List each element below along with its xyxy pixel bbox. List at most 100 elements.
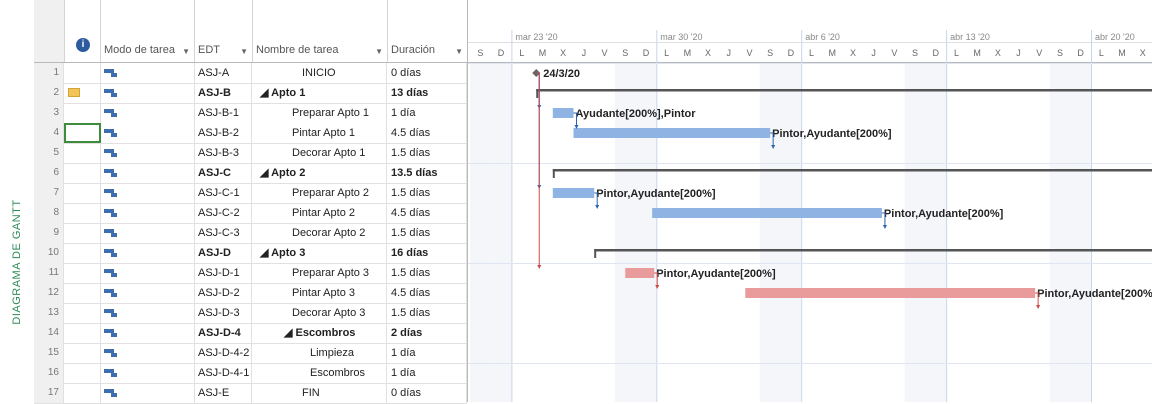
select-all-corner[interactable]: [34, 0, 65, 62]
duration-cell[interactable]: 1.5 días: [387, 263, 467, 283]
task-mode-cell[interactable]: [100, 243, 195, 263]
table-row[interactable]: 5 ASJ-B-3 Decorar Apto 1 1.5 días: [34, 143, 467, 164]
task-bar[interactable]: [652, 208, 882, 218]
dropdown-arrow-icon[interactable]: ▼: [455, 47, 463, 56]
row-number[interactable]: 10: [34, 243, 64, 263]
summary-bar[interactable]: [536, 89, 1152, 92]
duration-cell[interactable]: 1 día: [387, 363, 467, 383]
row-number[interactable]: 1: [34, 63, 64, 83]
table-row[interactable]: 13 ASJ-D-3 Decorar Apto 3 1.5 días: [34, 303, 467, 324]
task-mode-cell[interactable]: [100, 63, 195, 83]
edt-cell[interactable]: ASJ-C-1: [194, 183, 252, 203]
duration-cell[interactable]: 4.5 días: [387, 123, 467, 143]
task-mode-cell[interactable]: [100, 343, 195, 363]
task-name-cell[interactable]: Preparar Apto 3: [252, 263, 387, 283]
task-mode-cell[interactable]: [100, 283, 195, 303]
row-number[interactable]: 11: [34, 263, 64, 283]
task-name-cell[interactable]: Preparar Apto 2: [252, 183, 387, 203]
task-mode-cell[interactable]: [100, 363, 195, 383]
task-mode-cell[interactable]: [100, 383, 195, 403]
indicators-header[interactable]: i: [64, 0, 101, 62]
task-mode-cell[interactable]: [100, 203, 195, 223]
task-mode-cell[interactable]: [100, 303, 195, 323]
edt-header[interactable]: EDT ▼: [194, 0, 253, 62]
table-row[interactable]: 4 ASJ-B-2 Pintar Apto 1 4.5 días: [34, 123, 467, 144]
duration-cell[interactable]: 1 día: [387, 343, 467, 363]
dropdown-arrow-icon[interactable]: ▼: [375, 47, 383, 56]
mode-header[interactable]: Modo de tarea ▼: [100, 0, 195, 62]
task-bar[interactable]: [625, 268, 655, 278]
dropdown-arrow-icon[interactable]: ▼: [240, 47, 248, 56]
edt-cell[interactable]: ASJ-D-1: [194, 263, 252, 283]
duration-cell[interactable]: 1.5 días: [387, 303, 467, 323]
dropdown-arrow-icon[interactable]: ▼: [182, 47, 190, 56]
edt-cell[interactable]: ASJ-B-2: [194, 123, 252, 143]
duration-cell[interactable]: 1.5 días: [387, 143, 467, 163]
table-row[interactable]: 6 ASJ-C ◢ Apto 2 13.5 días: [34, 163, 467, 184]
table-row[interactable]: 16 ASJ-D-4-1 Escombros 1 día: [34, 363, 467, 384]
task-mode-cell[interactable]: [100, 223, 195, 243]
edt-cell[interactable]: ASJ-E: [194, 383, 252, 403]
duration-cell[interactable]: 4.5 días: [387, 283, 467, 303]
row-number[interactable]: 14: [34, 323, 64, 343]
table-row[interactable]: 7 ASJ-C-1 Preparar Apto 2 1.5 días: [34, 183, 467, 204]
table-row[interactable]: 9 ASJ-C-3 Decorar Apto 2 1.5 días: [34, 223, 467, 244]
duration-cell[interactable]: 1.5 días: [387, 183, 467, 203]
task-name-cell[interactable]: ◢ Apto 3: [252, 243, 387, 263]
row-number[interactable]: 17: [34, 383, 64, 403]
task-name-cell[interactable]: Pintar Apto 3: [252, 283, 387, 303]
task-mode-cell[interactable]: [100, 143, 195, 163]
view-label-bar[interactable]: DIAGRAMA DE GANTT: [0, 0, 34, 402]
task-mode-cell[interactable]: [100, 323, 195, 343]
task-name-cell[interactable]: Decorar Apto 2: [252, 223, 387, 243]
edt-cell[interactable]: ASJ-D-4-2: [194, 343, 252, 363]
task-name-cell[interactable]: Decorar Apto 3: [252, 303, 387, 323]
note-icon[interactable]: [68, 88, 80, 97]
row-number[interactable]: 5: [34, 143, 64, 163]
duration-header[interactable]: Duración ▼: [387, 0, 467, 62]
row-number[interactable]: 13: [34, 303, 64, 323]
summary-bar[interactable]: [552, 169, 1152, 172]
edt-cell[interactable]: ASJ-D-4: [194, 323, 252, 343]
task-mode-cell[interactable]: [100, 183, 195, 203]
duration-cell[interactable]: 0 días: [387, 383, 467, 403]
edt-cell[interactable]: ASJ-B: [194, 83, 252, 103]
duration-cell[interactable]: 2 días: [387, 323, 467, 343]
table-row[interactable]: 10 ASJ-D ◢ Apto 3 16 días: [34, 243, 467, 264]
duration-cell[interactable]: 4.5 días: [387, 203, 467, 223]
table-row[interactable]: 17 ASJ-E FIN 0 días: [34, 383, 467, 404]
duration-cell[interactable]: 16 días: [387, 243, 467, 263]
task-name-cell[interactable]: Escombros: [252, 363, 387, 383]
task-name-cell[interactable]: Limpieza: [252, 343, 387, 363]
edt-cell[interactable]: ASJ-D-3: [194, 303, 252, 323]
task-name-cell[interactable]: INICIO: [252, 63, 387, 83]
duration-cell[interactable]: 13.5 días: [387, 163, 467, 183]
row-number[interactable]: 3: [34, 103, 64, 123]
task-name-cell[interactable]: ◢ Escombros: [252, 323, 387, 343]
task-bar[interactable]: [573, 128, 771, 138]
task-mode-cell[interactable]: [100, 123, 195, 143]
table-row[interactable]: 3 ASJ-B-1 Preparar Apto 11 día: [34, 103, 467, 124]
task-bar[interactable]: [745, 288, 1036, 298]
task-name-cell[interactable]: FIN: [252, 383, 387, 403]
row-number[interactable]: 16: [34, 363, 64, 383]
edt-cell[interactable]: ASJ-D-2: [194, 283, 252, 303]
edt-cell[interactable]: ASJ-A: [194, 63, 252, 83]
task-name-cell[interactable]: ◢ Apto 1: [252, 83, 387, 103]
table-row[interactable]: 2 ASJ-B ◢ Apto 1 13 días: [34, 83, 467, 104]
task-mode-cell[interactable]: [100, 163, 195, 183]
row-number[interactable]: 7: [34, 183, 64, 203]
duration-cell[interactable]: 1.5 días: [387, 223, 467, 243]
task-bar[interactable]: [552, 108, 574, 118]
row-number[interactable]: 8: [34, 203, 64, 223]
edt-cell[interactable]: ASJ-C: [194, 163, 252, 183]
edt-cell[interactable]: ASJ-D-4-1: [194, 363, 252, 383]
task-name-cell[interactable]: Pintar Apto 1: [252, 123, 387, 143]
row-number[interactable]: 2: [34, 83, 64, 103]
row-number[interactable]: 9: [34, 223, 64, 243]
task-mode-cell[interactable]: [100, 263, 195, 283]
task-bar[interactable]: [552, 188, 595, 198]
table-row[interactable]: 12 ASJ-D-2 Pintar Apto 3 4.5 días: [34, 283, 467, 304]
edt-cell[interactable]: ASJ-D: [194, 243, 252, 263]
task-name-cell[interactable]: Preparar Apto 1: [252, 103, 387, 123]
